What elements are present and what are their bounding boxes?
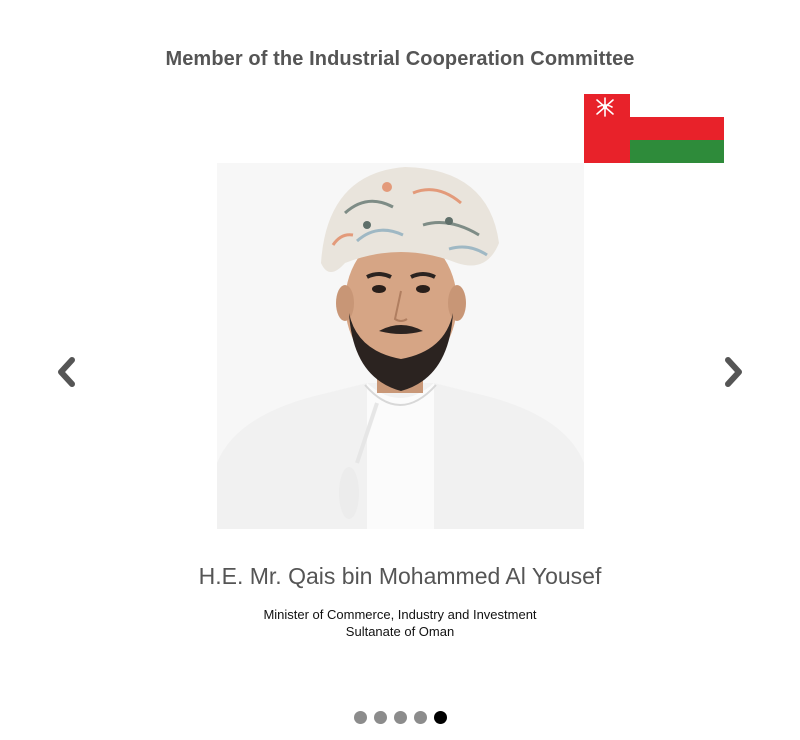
- role-country: Sultanate of Oman: [345, 624, 455, 639]
- pagination-dot-5[interactable]: [433, 711, 447, 724]
- pagination-dot-4[interactable]: [413, 711, 427, 724]
- pagination-dot-3[interactable]: [393, 711, 407, 724]
- person-name: H.E. Mr. Qais bin Mohammed Al Yousef: [198, 563, 602, 589]
- oman-flag-icon: [584, 94, 724, 163]
- slide-heading: Member of the Industrial Cooperation Com…: [165, 48, 635, 70]
- role-title: Minister of Commerce, Industry and Inves…: [263, 607, 537, 622]
- chevron-left-icon: [58, 357, 75, 387]
- carousel-pagination: [0, 711, 800, 724]
- chevron-right-icon: [725, 357, 742, 387]
- portrait-photo: [217, 163, 584, 529]
- next-slide-button[interactable]: [714, 352, 754, 392]
- pagination-dot-1[interactable]: [353, 711, 367, 724]
- previous-slide-button[interactable]: [46, 352, 86, 392]
- person-role: Minister of Commerce, Industry and Inves…: [0, 606, 800, 640]
- carousel-page: Member of the Industrial Cooperation Com…: [0, 0, 800, 740]
- pagination-dot-2[interactable]: [373, 711, 387, 724]
